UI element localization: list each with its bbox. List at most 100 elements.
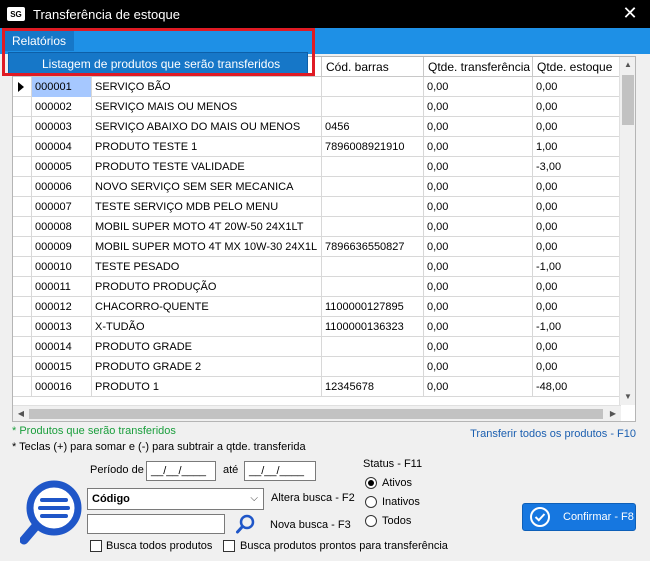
cell-descricao[interactable]: MOBIL SUPER MOTO 4T 20W-50 24X1LT: [91, 217, 321, 237]
cell-descricao[interactable]: PRODUTO PRODUÇÃO: [91, 277, 321, 297]
cell-qtde-estoque[interactable]: -1,00: [532, 317, 621, 337]
table-row[interactable]: 000012 CHACORRO-QUENTE 1100000127895 0,00 0,…: [13, 297, 621, 317]
search-input[interactable]: [87, 514, 225, 534]
status-inativos-radio[interactable]: [365, 496, 377, 508]
menu-item-listagem-produtos[interactable]: Listagem de produtos que serão transferi…: [8, 52, 308, 74]
cell-codigo[interactable]: 000009: [31, 237, 91, 257]
cell-codigo[interactable]: 000014: [31, 337, 91, 357]
date-to-field[interactable]: __/__/____: [244, 461, 316, 481]
cell-qtde-transferencia[interactable]: 0,00: [423, 257, 532, 277]
vertical-scroll-thumb[interactable]: [622, 75, 634, 125]
cell-descricao[interactable]: SERVIÇO ABAIXO DO MAIS OU MENOS: [91, 117, 321, 137]
cell-descricao[interactable]: PRODUTO GRADE: [91, 337, 321, 357]
cell-qtde-estoque[interactable]: 1,00: [532, 137, 621, 157]
cell-cod-barras[interactable]: [321, 77, 423, 97]
cell-qtde-estoque[interactable]: 0,00: [532, 297, 621, 317]
cell-codigo[interactable]: 000005: [31, 157, 91, 177]
cell-qtde-estoque[interactable]: -48,00: [532, 377, 621, 397]
cell-cod-barras[interactable]: 7896636550827: [321, 237, 423, 257]
cell-descricao[interactable]: X-TUDÃO: [91, 317, 321, 337]
table-row[interactable]: 000006 NOVO SERVIÇO SEM SER MECANICA 0,00 0…: [13, 177, 621, 197]
col-qtde-transferencia[interactable]: Qtde. transferência: [423, 57, 532, 77]
cell-cod-barras[interactable]: 12345678: [321, 377, 423, 397]
cell-codigo[interactable]: 000001: [31, 77, 91, 97]
cell-qtde-estoque[interactable]: 0,00: [532, 97, 621, 117]
cell-qtde-transferencia[interactable]: 0,00: [423, 197, 532, 217]
cell-cod-barras[interactable]: [321, 337, 423, 357]
cell-descricao[interactable]: CHACORRO-QUENTE: [91, 297, 321, 317]
cell-qtde-transferencia[interactable]: 0,00: [423, 137, 532, 157]
cell-codigo[interactable]: 000004: [31, 137, 91, 157]
table-row[interactable]: 000011 PRODUTO PRODUÇÃO 0,00 0,00: [13, 277, 621, 297]
vertical-scrollbar[interactable]: ▲ ▼: [619, 57, 635, 405]
cell-qtde-estoque[interactable]: 0,00: [532, 197, 621, 217]
cell-descricao[interactable]: PRODUTO GRADE 2: [91, 357, 321, 377]
col-qtde-estoque[interactable]: Qtde. estoque: [532, 57, 621, 77]
cell-qtde-transferencia[interactable]: 0,00: [423, 97, 532, 117]
horizontal-scroll-thumb[interactable]: [29, 409, 603, 419]
cell-cod-barras[interactable]: 1100000127895: [321, 297, 423, 317]
table-row[interactable]: 000015 PRODUTO GRADE 2 0,00 0,00: [13, 357, 621, 377]
cell-descricao[interactable]: SERVIÇO MAIS OU MENOS: [91, 97, 321, 117]
scroll-left-icon[interactable]: ◀: [13, 406, 29, 421]
cell-qtde-transferencia[interactable]: 0,00: [423, 357, 532, 377]
transfer-all-link[interactable]: Transferir todos os produtos - F10: [470, 428, 636, 440]
cell-descricao[interactable]: PRODUTO TESTE 1: [91, 137, 321, 157]
search-field-select[interactable]: Código ⌵: [87, 488, 264, 510]
cell-qtde-transferencia[interactable]: 0,00: [423, 117, 532, 137]
cell-descricao[interactable]: PRODUTO TESTE VALIDADE: [91, 157, 321, 177]
cell-qtde-transferencia[interactable]: 0,00: [423, 237, 532, 257]
cell-qtde-transferencia[interactable]: 0,00: [423, 277, 532, 297]
cell-codigo[interactable]: 000008: [31, 217, 91, 237]
cell-qtde-estoque[interactable]: 0,00: [532, 217, 621, 237]
cell-qtde-transferencia[interactable]: 0,00: [423, 317, 532, 337]
cell-qtde-transferencia[interactable]: 0,00: [423, 177, 532, 197]
cell-cod-barras[interactable]: 7896008921910: [321, 137, 423, 157]
cell-qtde-estoque[interactable]: 0,00: [532, 117, 621, 137]
status-ativos-radio[interactable]: [365, 477, 377, 489]
table-row[interactable]: 000007 TESTE SERVIÇO MDB PELO MENU 0,00 0,0…: [13, 197, 621, 217]
cell-cod-barras[interactable]: [321, 177, 423, 197]
cell-codigo[interactable]: 000015: [31, 357, 91, 377]
cell-descricao[interactable]: MOBIL SUPER MOTO 4T MX 10W-30 24X1L: [91, 237, 321, 257]
cell-descricao[interactable]: TESTE PESADO: [91, 257, 321, 277]
cell-cod-barras[interactable]: [321, 277, 423, 297]
cell-qtde-estoque[interactable]: 0,00: [532, 277, 621, 297]
cell-codigo[interactable]: 000003: [31, 117, 91, 137]
cell-qtde-estoque[interactable]: 0,00: [532, 237, 621, 257]
cell-qtde-transferencia[interactable]: 0,00: [423, 297, 532, 317]
close-icon[interactable]: ✕: [620, 3, 640, 24]
cell-descricao[interactable]: SERVIÇO BÃO: [91, 77, 321, 97]
cell-qtde-transferencia[interactable]: 0,00: [423, 157, 532, 177]
confirm-button[interactable]: Confirmar - F8: [522, 503, 636, 531]
cell-cod-barras[interactable]: [321, 157, 423, 177]
horizontal-scrollbar[interactable]: ◀ ▶: [13, 405, 621, 421]
cell-descricao[interactable]: TESTE SERVIÇO MDB PELO MENU: [91, 197, 321, 217]
cell-qtde-estoque[interactable]: 0,00: [532, 77, 621, 97]
cell-codigo[interactable]: 000016: [31, 377, 91, 397]
scroll-down-icon[interactable]: ▼: [620, 389, 635, 405]
cell-codigo[interactable]: 000011: [31, 277, 91, 297]
scroll-up-icon[interactable]: ▲: [620, 57, 635, 73]
cell-cod-barras[interactable]: [321, 97, 423, 117]
table-row[interactable]: 000014 PRODUTO GRADE 0,00 0,00: [13, 337, 621, 357]
search-icon[interactable]: [235, 513, 257, 535]
table-row[interactable]: 000004 PRODUTO TESTE 1 7896008921910 0,00 1,…: [13, 137, 621, 157]
status-todos-radio[interactable]: [365, 515, 377, 527]
table-row[interactable]: 000001 SERVIÇO BÃO 0,00 0,00: [13, 77, 621, 97]
date-from-field[interactable]: __/__/____: [146, 461, 216, 481]
cell-cod-barras[interactable]: [321, 257, 423, 277]
cell-qtde-estoque[interactable]: 0,00: [532, 357, 621, 377]
cell-descricao[interactable]: PRODUTO 1: [91, 377, 321, 397]
products-grid[interactable]: Cód. barras Qtde. transferência Qtde. es…: [12, 56, 636, 422]
table-row[interactable]: 000010 TESTE PESADO 0,00 -1,00: [13, 257, 621, 277]
table-row[interactable]: 000005 PRODUTO TESTE VALIDADE 0,00 -3,00: [13, 157, 621, 177]
cell-codigo[interactable]: 000012: [31, 297, 91, 317]
busca-prontos-checkbox[interactable]: [223, 540, 235, 552]
cell-qtde-transferencia[interactable]: 0,00: [423, 77, 532, 97]
cell-cod-barras[interactable]: [321, 357, 423, 377]
table-row[interactable]: 000016 PRODUTO 1 12345678 0,00 -48,00: [13, 377, 621, 397]
cell-cod-barras[interactable]: [321, 197, 423, 217]
cell-codigo[interactable]: 000013: [31, 317, 91, 337]
table-row[interactable]: 000003 SERVIÇO ABAIXO DO MAIS OU MENOS 045…: [13, 117, 621, 137]
